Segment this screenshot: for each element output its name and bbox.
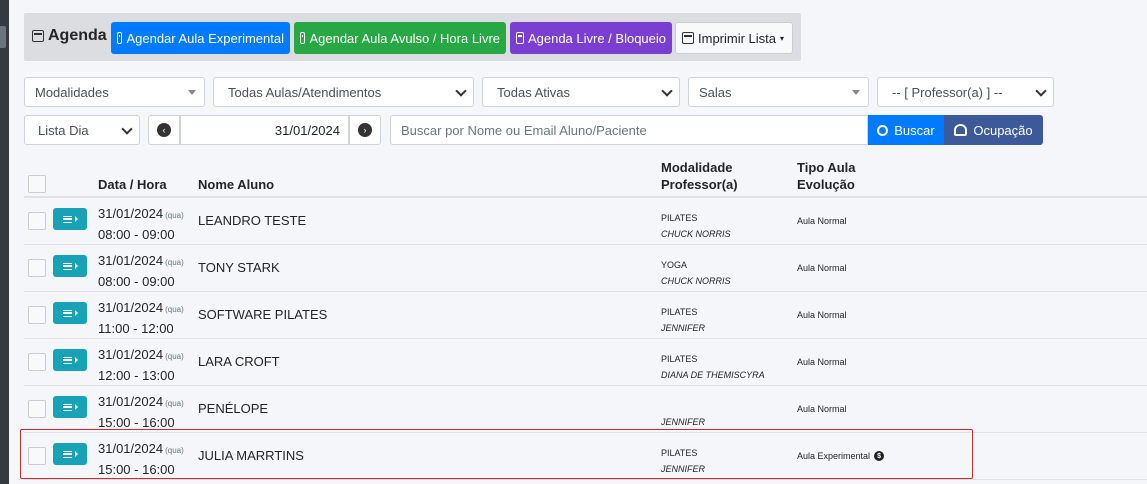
- class-type: Aula Experimental $: [797, 451, 885, 461]
- row-checkbox[interactable]: [28, 306, 46, 324]
- caret-down-icon: [188, 90, 196, 95]
- caret-right-icon: [74, 451, 78, 457]
- date-input[interactable]: 31/01/2024: [180, 115, 349, 145]
- menu-icon: [62, 356, 72, 364]
- class-type: Aula Normal: [797, 263, 847, 273]
- rooms-select[interactable]: Salas: [688, 77, 869, 107]
- appointment-datetime: 31/01/2024 (qua) 08:00 - 09:00: [98, 253, 184, 289]
- student-name[interactable]: LEANDRO TESTE: [198, 213, 306, 228]
- status-select[interactable]: Todas Ativas: [482, 77, 680, 107]
- modality-professor: PILATES JENNIFER: [661, 448, 706, 474]
- modality-professor: PILATES DIANA DE THEMISCYRA: [661, 354, 765, 380]
- column-modality: Modalidade Professor(a): [661, 160, 738, 192]
- chevron-down-icon: [455, 85, 467, 97]
- free-schedule-block-button[interactable]: Agenda Livre / Bloqueio: [510, 22, 672, 54]
- classes-select[interactable]: Todas Aulas/Atendimentos: [213, 77, 474, 107]
- caret-right-icon: [74, 216, 78, 222]
- menu-icon: [62, 262, 72, 270]
- student-name[interactable]: TONY STARK: [198, 260, 280, 275]
- left-sidebar: [0, 0, 9, 484]
- student-name[interactable]: PENÉLOPE: [198, 401, 268, 416]
- select-all-checkbox[interactable]: [28, 175, 46, 193]
- row-checkbox[interactable]: [28, 353, 46, 371]
- caret-down-icon: ▾: [780, 33, 785, 43]
- chevron-down-icon: [661, 85, 673, 97]
- table-row: 31/01/2024 (qua) 08:00 - 09:00 TONY STARK YO…: [24, 245, 1147, 292]
- row-checkbox[interactable]: [28, 259, 46, 277]
- chevron-down-icon: [1035, 85, 1047, 97]
- modality-professor: PILATES JENNIFER: [661, 307, 706, 333]
- student-name[interactable]: SOFTWARE PILATES: [198, 307, 327, 322]
- table-row: 31/01/2024 (qua) 11:00 - 12:00 SOFTWARE PIL…: [24, 292, 1147, 339]
- appointment-datetime: 31/01/2024 (qua) 15:00 - 16:00: [98, 441, 184, 477]
- professor-select[interactable]: -- [ Professor(a) ] --: [877, 77, 1054, 107]
- caret-right-icon: [74, 310, 78, 316]
- main-content: Agenda Agendar Aula Experimental Agendar…: [9, 0, 1147, 484]
- calendar-plus-icon: [300, 32, 306, 44]
- appointment-datetime: 31/01/2024 (qua) 11:00 - 12:00: [98, 300, 184, 336]
- class-type: Aula Normal: [797, 357, 847, 367]
- caret-right-icon: [74, 357, 78, 363]
- chevron-left-icon: ‹: [157, 123, 171, 137]
- menu-icon: [62, 215, 72, 223]
- print-list-button[interactable]: Imprimir Lista ▾: [675, 22, 793, 54]
- row-checkbox[interactable]: [28, 447, 46, 465]
- class-type: Aula Normal: [797, 310, 847, 320]
- search-input[interactable]: Buscar por Nome ou Email Aluno/Paciente: [390, 115, 868, 145]
- row-menu-button[interactable]: [53, 349, 87, 371]
- agenda-toolbar: Agenda Agendar Aula Experimental Agendar…: [24, 13, 801, 61]
- table-row: 31/01/2024 (qua) 12:00 - 13:00 LARA CROFT PI…: [24, 339, 1147, 386]
- table-row: 31/01/2024 (qua) 15:00 - 16:00 PENÉLOPE JENN…: [24, 386, 1147, 433]
- row-menu-button[interactable]: [53, 208, 87, 230]
- column-student-name[interactable]: Nome Aluno: [198, 176, 274, 193]
- menu-icon: [62, 403, 72, 411]
- class-type: Aula Normal: [797, 404, 847, 414]
- schedule-trial-class-button[interactable]: Agendar Aula Experimental: [111, 22, 290, 54]
- caret-right-icon: [74, 404, 78, 410]
- row-menu-button[interactable]: [53, 255, 87, 277]
- table-row: 31/01/2024 (qua) 15:00 - 16:00 JULIA MARRTI…: [24, 433, 1147, 480]
- dollar-icon: $: [874, 451, 885, 461]
- modality-professor: JENNIFER: [661, 417, 706, 427]
- next-day-button[interactable]: ›: [349, 115, 381, 145]
- column-datetime[interactable]: Data / Hora: [98, 176, 167, 193]
- appointment-datetime: 31/01/2024 (qua) 12:00 - 13:00: [98, 347, 184, 383]
- modalities-select[interactable]: Modalidades: [24, 77, 205, 107]
- appointment-datetime: 31/01/2024 (qua) 08:00 - 09:00: [98, 206, 184, 242]
- appointment-datetime: 31/01/2024 (qua) 15:00 - 16:00: [98, 394, 184, 430]
- calendar-icon: [32, 30, 44, 42]
- schedule-single-class-button[interactable]: Agendar Aula Avulso / Hora Livre: [294, 22, 506, 54]
- row-menu-button[interactable]: [53, 443, 87, 465]
- student-name[interactable]: LARA CROFT: [198, 354, 280, 369]
- calendar-check-icon: [117, 32, 123, 44]
- class-type: Aula Normal: [797, 216, 847, 226]
- menu-icon: [62, 450, 72, 458]
- row-menu-button[interactable]: [53, 396, 87, 418]
- user-clock-icon: [954, 124, 968, 136]
- printer-icon: [682, 32, 694, 44]
- table-header: Data / Hora Nome Aluno Modalidade Profes…: [24, 152, 1147, 198]
- student-name[interactable]: JULIA MARRTINS: [198, 448, 304, 463]
- occupancy-button[interactable]: Ocupação: [944, 115, 1043, 145]
- search-icon: [877, 124, 889, 136]
- page-title: Agenda: [32, 27, 107, 45]
- row-checkbox[interactable]: [28, 212, 46, 230]
- column-class-type: Tipo Aula Evolução: [797, 160, 856, 192]
- sidebar-toggle[interactable]: [0, 26, 6, 48]
- table-row: 31/01/2024 (qua) 08:00 - 09:00 LEANDRO TEST…: [24, 198, 1147, 245]
- calendar-icon: [516, 32, 524, 44]
- menu-icon: [62, 309, 72, 317]
- chevron-right-icon: ›: [358, 123, 372, 137]
- previous-day-button[interactable]: ‹: [148, 115, 180, 145]
- modality-professor: PILATES CHUCK NORRIS: [661, 213, 731, 239]
- modality-professor: YOGA CHUCK NORRIS: [661, 260, 731, 286]
- search-button[interactable]: Buscar: [868, 115, 944, 145]
- view-select[interactable]: Lista Dia: [24, 115, 140, 145]
- chevron-down-icon: [121, 123, 133, 135]
- caret-right-icon: [74, 263, 78, 269]
- caret-down-icon: [852, 90, 860, 95]
- row-menu-button[interactable]: [53, 302, 87, 324]
- row-checkbox[interactable]: [28, 400, 46, 418]
